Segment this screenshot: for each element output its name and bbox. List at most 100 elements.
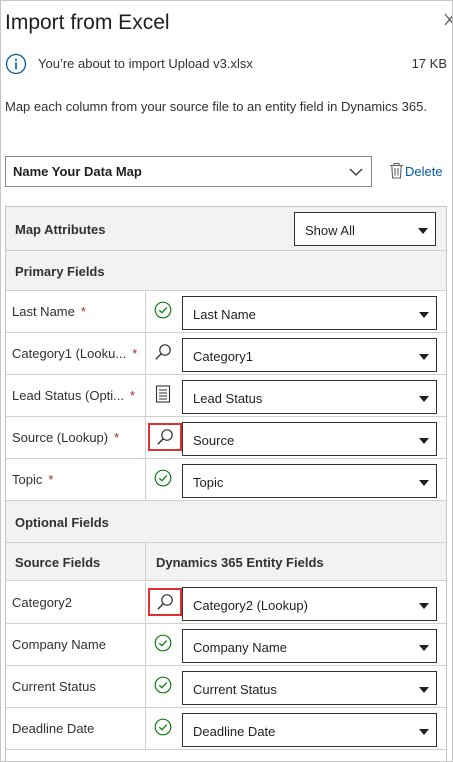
import-panel: Import from Excel You’re about to import… [0, 0, 453, 762]
entity-field-value: Company Name [193, 640, 287, 655]
source-field-name: Lead Status (Opti... [12, 388, 125, 403]
chevron-down-icon [349, 165, 363, 179]
required-marker: * [80, 304, 86, 319]
entity-field-dropdown[interactable]: Category1 [182, 338, 437, 372]
column-divider [145, 333, 146, 374]
entity-field-value: Deadline Date [193, 724, 276, 739]
optional-mapping-row: Company Name Company Name [6, 624, 446, 666]
source-field-label: Last Name * [12, 304, 86, 319]
entity-field-value: Current Status [193, 682, 277, 697]
entity-field-value: Source [193, 433, 235, 448]
source-field-label: Company Name [12, 637, 106, 652]
show-all-dropdown[interactable]: Show All [294, 212, 436, 246]
source-field-name: Category1 (Looku... [12, 346, 127, 361]
entity-field-dropdown[interactable]: Deadline Date [182, 713, 437, 747]
column-divider [145, 291, 146, 332]
source-fields-header: Source Fields [15, 555, 101, 570]
chevron-down-icon [418, 599, 430, 611]
lookup-icon[interactable] [148, 423, 182, 451]
info-icon [5, 53, 27, 75]
chevron-down-icon [418, 308, 430, 320]
column-divider [145, 624, 146, 665]
chevron-down-icon [418, 683, 430, 695]
entity-field-value: Lead Status [193, 391, 263, 406]
primary-fields-header: Primary Fields [6, 251, 446, 291]
source-field-label: Topic * [12, 472, 53, 487]
show-all-value: Show All [305, 223, 355, 238]
required-marker: * [130, 388, 136, 403]
primary-mapping-row: Lead Status (Opti... * Lead Status [6, 375, 446, 417]
entity-field-dropdown[interactable]: Lead Status [182, 380, 437, 414]
entity-fields-header: Dynamics 365 Entity Fields [156, 555, 324, 570]
data-map-name-value: Name Your Data Map [13, 164, 142, 179]
column-header-row: Source Fields Dynamics 365 Entity Fields [6, 543, 446, 581]
source-field-name: Category2 [12, 595, 72, 610]
source-field-label: Current Status [12, 679, 96, 694]
source-field-name: Current Status [12, 679, 96, 694]
entity-field-dropdown[interactable]: Topic [182, 464, 437, 498]
source-field-label: Deadline Date [12, 721, 94, 736]
check-icon [151, 634, 175, 656]
check-icon [151, 676, 175, 698]
check-icon [151, 301, 175, 323]
mapping-description: Map each column from your source file to… [5, 99, 427, 114]
source-field-name: Company Name [12, 637, 106, 652]
required-marker: * [48, 472, 54, 487]
entity-field-dropdown[interactable]: Category2 (Lookup) [182, 587, 437, 621]
column-divider [145, 543, 146, 580]
primary-mapping-row: Category1 (Looku... * Category1 [6, 333, 446, 375]
optional-fields-header: Optional Fields [6, 501, 446, 543]
primary-fields-label: Primary Fields [15, 264, 105, 279]
chevron-down-icon [417, 224, 429, 236]
entity-field-value: Category2 (Lookup) [193, 598, 308, 613]
entity-field-dropdown[interactable]: Company Name [182, 629, 437, 663]
panel-title: Import from Excel [5, 11, 170, 34]
chevron-down-icon [418, 392, 430, 404]
required-marker: * [132, 346, 138, 361]
mapping-grid: Map Attributes Show All Primary Fields O… [5, 206, 447, 761]
lookup-icon[interactable] [148, 588, 182, 616]
column-divider [145, 417, 146, 458]
optional-fields-label: Optional Fields [15, 515, 109, 530]
primary-mapping-row: Source (Lookup) * Source [6, 417, 446, 459]
source-field-name: Deadline Date [12, 721, 95, 736]
chevron-down-icon [418, 476, 430, 488]
chevron-down-icon [418, 434, 430, 446]
entity-field-dropdown[interactable]: Current Status [182, 671, 437, 705]
source-field-label: Category2 [12, 595, 72, 610]
chevron-down-icon [418, 350, 430, 362]
source-field-name: Source (Lookup) [12, 430, 109, 445]
column-divider [145, 708, 146, 749]
map-attributes-header: Map Attributes Show All [6, 207, 446, 251]
import-message: You’re about to import Upload v3.xlsx [38, 56, 253, 71]
entity-field-dropdown[interactable]: Last Name [182, 296, 437, 330]
optional-mapping-row: Current Status Current Status [6, 666, 446, 708]
delete-label: Delete [405, 164, 443, 179]
column-divider [145, 582, 146, 623]
entity-field-value: Last Name [193, 307, 256, 322]
column-divider [145, 375, 146, 416]
source-field-name: Last Name [12, 304, 75, 319]
data-map-name-dropdown[interactable]: Name Your Data Map [5, 156, 372, 187]
chevron-down-icon [418, 725, 430, 737]
source-field-label: Category1 (Looku... * [12, 346, 137, 361]
list-icon [151, 385, 175, 407]
entity-field-value: Category1 [193, 349, 253, 364]
optional-mapping-row: Deadline Date Deadline Date [6, 708, 446, 750]
chevron-down-icon [418, 641, 430, 653]
entity-field-dropdown[interactable]: Source [182, 422, 437, 456]
optional-mapping-row: Category2 Category2 (Lookup) [6, 582, 446, 624]
trash-icon [389, 162, 404, 179]
info-bar: You’re about to import Upload v3.xlsx 17… [5, 52, 451, 78]
primary-mapping-row: Topic * Topic [6, 459, 446, 501]
entity-field-value: Topic [193, 475, 224, 490]
check-icon [151, 718, 175, 740]
source-field-label: Lead Status (Opti... * [12, 388, 135, 403]
required-marker: * [114, 430, 120, 445]
source-field-label: Source (Lookup) * [12, 430, 119, 445]
map-attributes-label: Map Attributes [15, 222, 106, 237]
close-icon[interactable] [444, 13, 452, 30]
source-field-name: Topic [12, 472, 43, 487]
file-size: 17 KB [411, 56, 447, 71]
lookup-icon[interactable] [151, 343, 175, 365]
